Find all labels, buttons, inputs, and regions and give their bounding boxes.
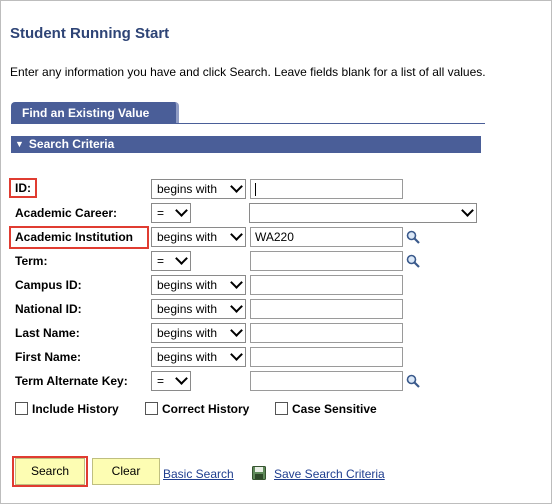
first-name-operator-value: begins with xyxy=(157,350,218,364)
include-history-label: Include History xyxy=(32,402,119,416)
chevron-down-icon xyxy=(230,348,243,361)
last-name-operator-value: begins with xyxy=(157,326,218,340)
case-sensitive-label: Case Sensitive xyxy=(292,402,377,416)
magnifier-icon[interactable] xyxy=(406,230,420,244)
national-id-operator-select[interactable]: begins with xyxy=(151,299,246,319)
tab-divider xyxy=(11,123,485,124)
triangle-down-icon[interactable]: ▼ xyxy=(15,136,24,153)
id-operator-value: begins with xyxy=(157,182,218,196)
campus-id-operator-select[interactable]: begins with xyxy=(151,275,246,295)
academic-career-operator-value: = xyxy=(157,206,165,220)
correct-history-checkbox[interactable] xyxy=(145,402,158,415)
academic-institution-input[interactable]: WA220 xyxy=(250,227,403,247)
national-id-label: National ID: xyxy=(15,302,82,316)
id-operator-select[interactable]: begins with xyxy=(151,179,246,199)
basic-search-link[interactable]: Basic Search xyxy=(163,467,234,481)
search-button[interactable]: Search xyxy=(15,458,85,485)
national-id-input[interactable] xyxy=(250,299,403,319)
save-search-criteria-link[interactable]: Save Search Criteria xyxy=(274,467,385,481)
term-alternate-key-label: Term Alternate Key: xyxy=(15,374,128,388)
first-name-operator-select[interactable]: begins with xyxy=(151,347,246,367)
tab-find-existing-value[interactable]: Find an Existing Value xyxy=(11,102,179,124)
magnifier-icon[interactable] xyxy=(406,374,420,388)
chevron-down-icon xyxy=(230,180,243,193)
page-title: Student Running Start xyxy=(10,25,170,42)
magnifier-icon[interactable] xyxy=(406,254,420,268)
academic-career-select[interactable] xyxy=(249,203,477,223)
clear-button[interactable]: Clear xyxy=(92,458,160,485)
correct-history-label: Correct History xyxy=(162,402,250,416)
id-input[interactable] xyxy=(250,179,403,199)
campus-id-label: Campus ID: xyxy=(15,278,82,292)
term-label: Term: xyxy=(15,254,48,268)
instructions-text: Enter any information you have and click… xyxy=(10,65,486,79)
last-name-operator-select[interactable]: begins with xyxy=(151,323,246,343)
chevron-down-icon xyxy=(230,276,243,289)
academic-institution-operator-select[interactable]: begins with xyxy=(151,227,246,247)
chevron-down-icon xyxy=(461,204,474,217)
term-operator-value: = xyxy=(157,254,165,268)
academic-institution-operator-value: begins with xyxy=(157,230,218,244)
id-label: ID: xyxy=(15,181,31,195)
campus-id-input[interactable] xyxy=(250,275,403,295)
chevron-down-icon xyxy=(230,228,243,241)
last-name-input[interactable] xyxy=(250,323,403,343)
term-operator-select[interactable]: = xyxy=(151,251,191,271)
chevron-down-icon xyxy=(175,372,188,385)
chevron-down-icon xyxy=(230,324,243,337)
search-criteria-label: Search Criteria xyxy=(28,137,115,151)
last-name-label: Last Name: xyxy=(15,326,80,340)
save-disk-icon[interactable] xyxy=(252,466,266,480)
campus-id-operator-value: begins with xyxy=(157,278,218,292)
search-criteria-header[interactable]: ▼ Search Criteria xyxy=(11,136,481,153)
chevron-down-icon xyxy=(230,300,243,313)
first-name-label: First Name: xyxy=(15,350,82,364)
academic-institution-label: Academic Institution xyxy=(15,230,134,244)
academic-career-label: Academic Career: xyxy=(15,206,118,220)
term-alternate-key-operator-value: = xyxy=(157,374,165,388)
first-name-input[interactable] xyxy=(250,347,403,367)
chevron-down-icon xyxy=(175,252,188,265)
case-sensitive-checkbox[interactable] xyxy=(275,402,288,415)
chevron-down-icon xyxy=(175,204,188,217)
national-id-operator-value: begins with xyxy=(157,302,218,316)
term-alternate-key-input[interactable] xyxy=(250,371,403,391)
include-history-checkbox[interactable] xyxy=(15,402,28,415)
academic-career-operator-select[interactable]: = xyxy=(151,203,191,223)
term-input[interactable] xyxy=(250,251,403,271)
term-alternate-key-operator-select[interactable]: = xyxy=(151,371,191,391)
